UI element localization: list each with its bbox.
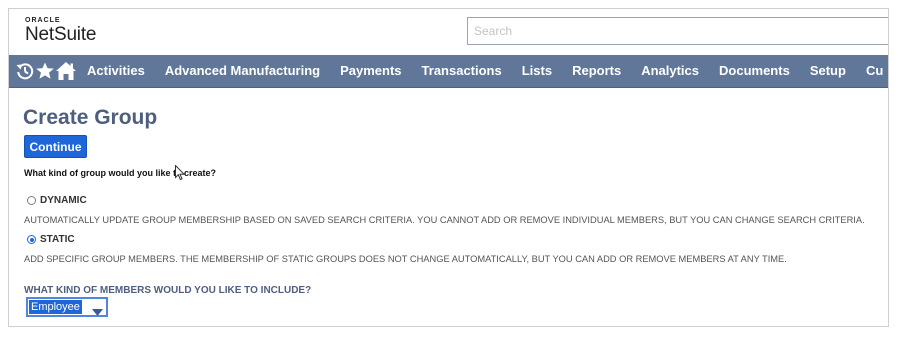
app-window: ORACLE NetSuite Activities Advanced Manu… bbox=[8, 8, 889, 327]
static-label: STATIC bbox=[40, 234, 75, 245]
nav-setup[interactable]: Setup bbox=[800, 55, 856, 87]
star-icon[interactable] bbox=[35, 55, 55, 87]
dynamic-option[interactable]: DYNAMIC bbox=[27, 195, 87, 206]
member-type-label: WHAT KIND OF MEMBERS WOULD YOU LIKE TO I… bbox=[24, 285, 312, 296]
nav-activities[interactable]: Activities bbox=[77, 55, 155, 87]
static-option[interactable]: STATIC bbox=[27, 234, 75, 245]
logo-netsuite-text: NetSuite bbox=[25, 24, 97, 45]
nav-analytics[interactable]: Analytics bbox=[631, 55, 709, 87]
member-type-select[interactable]: Employee bbox=[26, 297, 108, 317]
continue-button[interactable]: Continue bbox=[24, 135, 87, 158]
member-type-value: Employee bbox=[29, 300, 82, 314]
dynamic-radio[interactable] bbox=[27, 196, 36, 205]
static-description: ADD SPECIFIC GROUP MEMBERS. THE MEMBERSH… bbox=[24, 254, 787, 264]
nav-advanced-manufacturing[interactable]: Advanced Manufacturing bbox=[155, 55, 330, 87]
netsuite-logo[interactable]: ORACLE NetSuite bbox=[25, 17, 96, 45]
nav-transactions[interactable]: Transactions bbox=[412, 55, 512, 87]
static-radio[interactable] bbox=[27, 235, 36, 244]
dynamic-label: DYNAMIC bbox=[40, 195, 87, 206]
group-type-question: What kind of group would you like to cre… bbox=[24, 168, 217, 178]
chevron-down-icon[interactable] bbox=[92, 303, 103, 321]
main-navigation-bar: Activities Advanced Manufacturing Paymen… bbox=[9, 55, 888, 88]
nav-reports[interactable]: Reports bbox=[562, 55, 631, 87]
page-title: Create Group bbox=[23, 106, 158, 129]
home-icon[interactable] bbox=[55, 55, 77, 87]
mouse-cursor-icon bbox=[175, 164, 186, 186]
recent-history-icon[interactable] bbox=[15, 55, 35, 87]
nav-documents[interactable]: Documents bbox=[709, 55, 800, 87]
nav-lists[interactable]: Lists bbox=[512, 55, 562, 87]
global-search-input[interactable] bbox=[467, 17, 888, 45]
nav-payments[interactable]: Payments bbox=[330, 55, 411, 87]
nav-customization-truncated[interactable]: Cu bbox=[856, 55, 888, 87]
dynamic-description: AUTOMATICALLY UPDATE GROUP MEMBERSHIP BA… bbox=[24, 215, 865, 225]
